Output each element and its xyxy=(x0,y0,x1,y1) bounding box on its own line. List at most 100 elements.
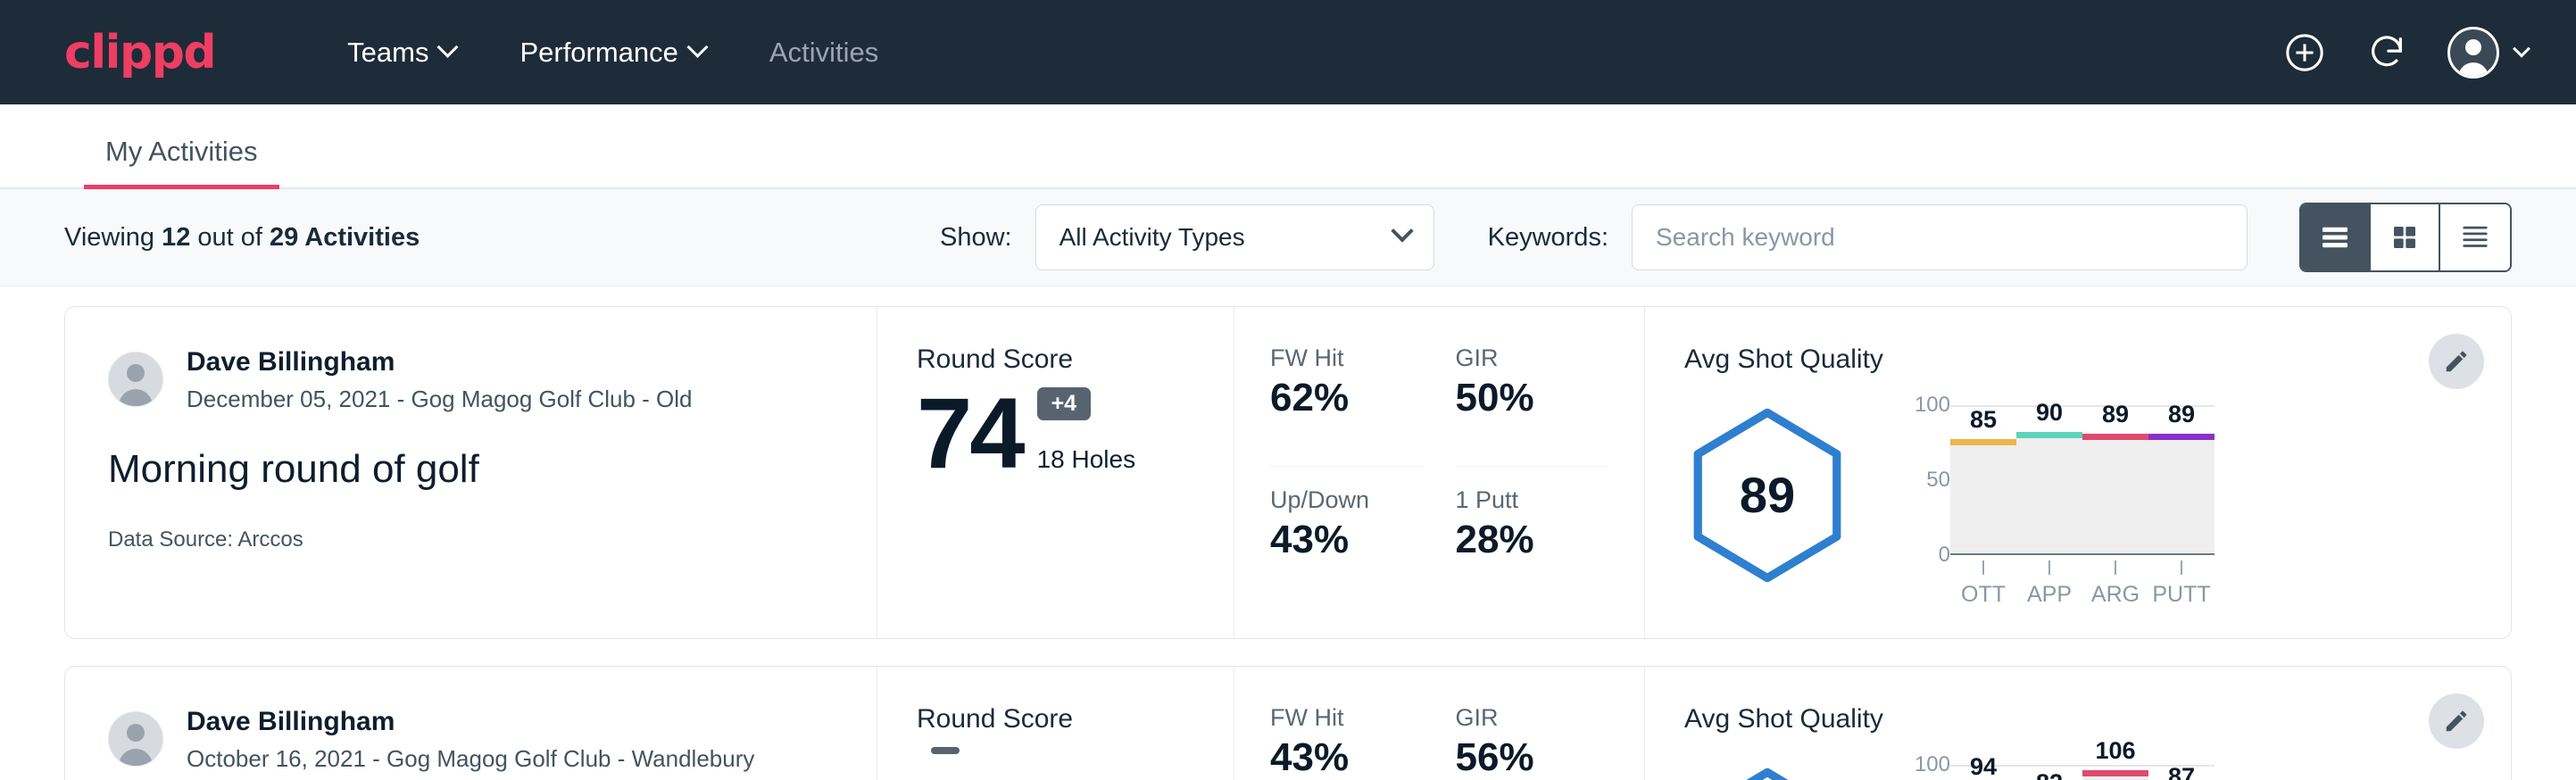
activity-meta: October 16, 2021 - Gog Magog Golf Club -… xyxy=(187,744,754,775)
stat-label: 1 Putt xyxy=(1456,486,1609,514)
bar-column: 89 xyxy=(2082,405,2148,553)
stat-gir: GIR 50% xyxy=(1456,344,1609,467)
tab-my-activities-label: My Activities xyxy=(105,136,258,167)
score-differential-badge xyxy=(931,747,960,754)
x-tick-label: PUTT xyxy=(2152,582,2210,608)
bar-value-label: 90 xyxy=(2016,399,2082,427)
avatar xyxy=(108,352,163,407)
list-view-button[interactable] xyxy=(2301,204,2371,270)
x-tick: OTT xyxy=(1950,560,2016,608)
nav-item-performance[interactable]: Performance xyxy=(487,28,736,78)
activity-author: Dave Billingham October 16, 2021 - Gog M… xyxy=(108,704,834,775)
stat-gir: GIR 56% xyxy=(1456,704,1609,780)
activity-type-select[interactable]: All Activity Types xyxy=(1035,204,1434,270)
stat-up-down: Up/Down 43% xyxy=(1270,486,1424,608)
account-menu[interactable] xyxy=(2447,27,2528,79)
keywords-label: Keywords: xyxy=(1488,223,1608,253)
nav-right-actions xyxy=(2283,27,2528,79)
shot-quality-bar-chart: 100 50 0 85908989 OTTAPPARGPUTT xyxy=(1900,382,2400,608)
edit-activity-button[interactable] xyxy=(2429,334,2484,389)
toolbar-controls: Show: All Activity Types Keywords: xyxy=(940,203,2512,272)
y-tick-0: 0 xyxy=(1939,543,1950,568)
nav-item-activities[interactable]: Activities xyxy=(737,28,910,78)
x-tick: APP xyxy=(2016,560,2082,608)
stat-value: 43% xyxy=(1270,735,1424,780)
compact-view-button[interactable] xyxy=(2440,204,2510,270)
avg-shot-quality-label: Avg Shot Quality xyxy=(1684,344,2404,375)
nav-item-activities-label: Activities xyxy=(769,37,878,69)
search-input[interactable] xyxy=(1632,204,2248,270)
refresh-icon[interactable] xyxy=(2365,31,2408,74)
show-label: Show: xyxy=(940,223,1012,253)
viewing-total: 29 Activities xyxy=(270,223,420,252)
player-name: Dave Billingham xyxy=(187,704,754,739)
bar-cap-ott xyxy=(1950,439,2016,445)
bar-cap-putt xyxy=(2148,434,2215,440)
bar-value-label: 89 xyxy=(2082,401,2148,428)
chevron-down-icon xyxy=(437,37,459,58)
viewing-middle: out of xyxy=(190,223,270,252)
bar-value-label: 87 xyxy=(2148,763,2215,780)
bar-rect xyxy=(1950,439,2016,553)
round-score-label: Round Score xyxy=(917,344,1234,375)
round-score-section: Round Score 74 +4 18 Holes xyxy=(877,307,1234,638)
bar-column: 82 xyxy=(2016,765,2082,780)
activity-author: Dave Billingham December 05, 2021 - Gog … xyxy=(108,344,834,415)
bar-value-label: 82 xyxy=(2016,769,2082,780)
chart-plot-area: 85908989 xyxy=(1950,405,2215,555)
page-tab-bar: My Activities xyxy=(0,104,2576,189)
plus-circle-icon[interactable] xyxy=(2283,31,2326,74)
round-score-label: Round Score xyxy=(917,704,1234,734)
x-tick-label: APP xyxy=(2027,582,2072,608)
chart-plot-area: 948210687 xyxy=(1950,765,2215,780)
bar-cap-arg xyxy=(2082,770,2148,776)
stat-label: Up/Down xyxy=(1270,486,1424,514)
compact-view-icon xyxy=(2460,224,2490,251)
stat-value: 56% xyxy=(1456,735,1609,780)
nav-item-performance-label: Performance xyxy=(519,37,677,69)
stat-label: GIR xyxy=(1456,704,1609,732)
x-tick: PUTT xyxy=(2148,560,2215,608)
grid-view-icon xyxy=(2389,223,2420,252)
pencil-icon xyxy=(2443,348,2470,375)
bar-column: 89 xyxy=(2148,405,2215,553)
account-avatar-icon xyxy=(2447,27,2499,79)
activity-card[interactable]: Dave Billingham December 05, 2021 - Gog … xyxy=(64,306,2512,639)
shot-quality-bar-chart: 100 50 0 948210687 OTTAPPARGPUTT xyxy=(1900,742,2400,780)
viewing-count: 12 xyxy=(162,223,190,252)
pencil-icon xyxy=(2443,708,2470,734)
bar-column: 106 xyxy=(2082,765,2148,780)
viewing-count-text: Viewing 12 out of 29 Activities xyxy=(64,223,420,253)
stat-label: FW Hit xyxy=(1270,704,1424,732)
avg-shot-quality-section: Avg Shot Quality 100 50 0 xyxy=(1645,667,2511,780)
chevron-down-icon xyxy=(2513,39,2530,57)
stat-value: 43% xyxy=(1270,518,1424,562)
chart-y-axis: 100 50 0 xyxy=(1900,765,1950,780)
chart-y-axis: 100 50 0 xyxy=(1900,405,1950,555)
activity-title: Morning round of golf xyxy=(108,447,834,492)
bar-value-label: 85 xyxy=(1950,406,2016,434)
bar-cap-app xyxy=(2016,432,2082,438)
stat-value: 50% xyxy=(1456,376,1609,420)
shot-quality-hexagon: 89 xyxy=(1684,406,1850,585)
avg-shot-quality-label: Avg Shot Quality xyxy=(1684,704,2404,734)
edit-activity-button[interactable] xyxy=(2429,693,2484,749)
bar-value-label: 106 xyxy=(2082,737,2148,765)
bar-value-label: 89 xyxy=(2148,401,2215,428)
x-tick-label: OTT xyxy=(1961,582,2006,608)
round-score-value: 74 xyxy=(917,387,1023,479)
tab-my-activities[interactable]: My Activities xyxy=(84,136,279,187)
activity-stats-grid: FW Hit 43% GIR 56% Up/Down 1 Putt xyxy=(1234,667,1645,780)
round-score-section: Round Score xyxy=(877,667,1234,780)
viewing-prefix: Viewing xyxy=(64,223,162,252)
bar-rect xyxy=(2016,432,2082,553)
activity-card[interactable]: Dave Billingham October 16, 2021 - Gog M… xyxy=(64,666,2512,780)
grid-view-button[interactable] xyxy=(2371,204,2440,270)
bar-rect xyxy=(2148,434,2215,553)
shot-quality-hexagon xyxy=(1684,766,1850,780)
clippd-logo[interactable]: clippd xyxy=(64,26,215,79)
x-tick: ARG xyxy=(2082,560,2148,608)
bar-value-label: 94 xyxy=(1950,753,2016,780)
y-tick-100: 100 xyxy=(1915,393,1950,418)
nav-item-teams[interactable]: Teams xyxy=(315,28,487,78)
